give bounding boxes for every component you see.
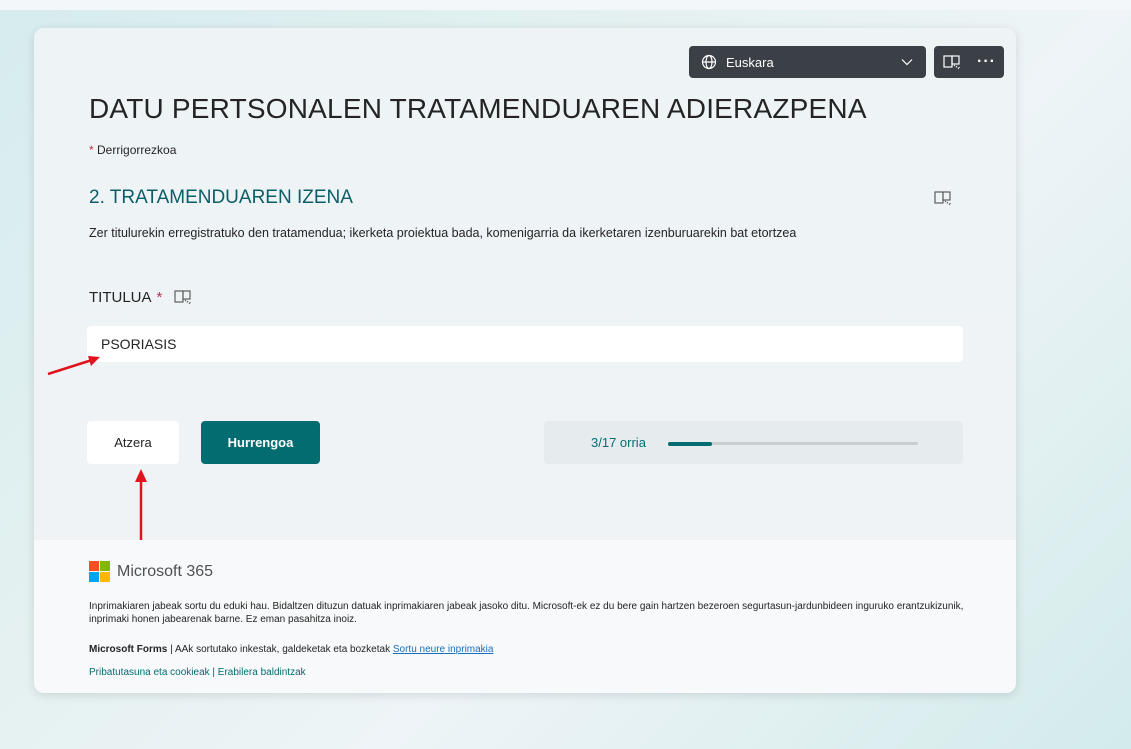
section-description: Zer titulurekin erregistratuko den trata… xyxy=(89,226,797,240)
forms-separator: | xyxy=(167,644,175,655)
page-indicator: 3/17 orria xyxy=(591,435,646,450)
create-form-link[interactable]: Sortu neure inprimakia xyxy=(393,644,494,655)
annotation-arrow-back xyxy=(135,469,147,540)
progress-track xyxy=(668,441,918,446)
language-select[interactable]: Euskara xyxy=(689,46,926,78)
page-top-strip xyxy=(0,0,1131,10)
immersive-reader-icon[interactable] xyxy=(174,288,192,306)
footer-disclaimer: Inprimakiaren jabeak sortu du eduki hau.… xyxy=(89,601,964,625)
progress-indicator: 3/17 orria xyxy=(544,421,963,464)
form-card: Euskara ··· DATU PERTSONALEN TRATAMENDUA… xyxy=(34,28,1016,693)
header-controls: ··· xyxy=(934,46,1004,78)
required-note: * Derrigorrezkoa xyxy=(89,143,176,157)
footer-links-separator: | xyxy=(209,667,218,678)
question-required-star: * xyxy=(156,288,163,306)
microsoft-logo-icon xyxy=(89,561,110,582)
more-options-button[interactable]: ··· xyxy=(969,46,1004,78)
microsoft-365-logo: Microsoft 365 xyxy=(89,561,213,582)
immersive-reader-icon xyxy=(942,55,960,70)
immersive-reader-icon[interactable] xyxy=(934,189,952,207)
forms-brand: Microsoft Forms xyxy=(89,644,168,655)
section-title: 2. TRATAMENDUAREN IZENA xyxy=(89,187,353,208)
answer-input[interactable] xyxy=(87,326,963,362)
forms-text: AAk sortutako inkestak, galdeketak eta b… xyxy=(174,644,391,655)
footer-links: Pribatutasuna eta cookieak | Erabilera b… xyxy=(89,667,306,678)
immersive-reader-button[interactable] xyxy=(934,46,969,78)
progress-fill xyxy=(668,441,712,446)
brand-name: Microsoft 365 xyxy=(117,562,214,580)
more-icon: ··· xyxy=(977,53,996,70)
question-title: TITULUA xyxy=(89,288,152,306)
privacy-link[interactable]: Pribatutasuna eta cookieak xyxy=(89,667,210,678)
question-label: TITULUA * xyxy=(89,288,192,306)
forms-credit: Microsoft Forms | AAk sortutako inkestak… xyxy=(89,644,493,655)
globe-icon xyxy=(701,54,717,70)
required-note-text: Derrigorrezkoa xyxy=(97,143,177,157)
form-body: Euskara ··· DATU PERTSONALEN TRATAMENDUA… xyxy=(34,28,1016,540)
chevron-down-icon xyxy=(901,59,913,66)
language-value: Euskara xyxy=(726,54,774,70)
annotation-arrow-input xyxy=(47,356,100,376)
terms-link[interactable]: Erabilera baldintzak xyxy=(218,667,306,678)
back-button[interactable]: Atzera xyxy=(87,421,179,464)
required-star: * xyxy=(89,143,94,157)
next-button[interactable]: Hurrengoa xyxy=(201,421,320,464)
form-title: DATU PERTSONALEN TRATAMENDUAREN ADIERAZP… xyxy=(89,93,867,124)
